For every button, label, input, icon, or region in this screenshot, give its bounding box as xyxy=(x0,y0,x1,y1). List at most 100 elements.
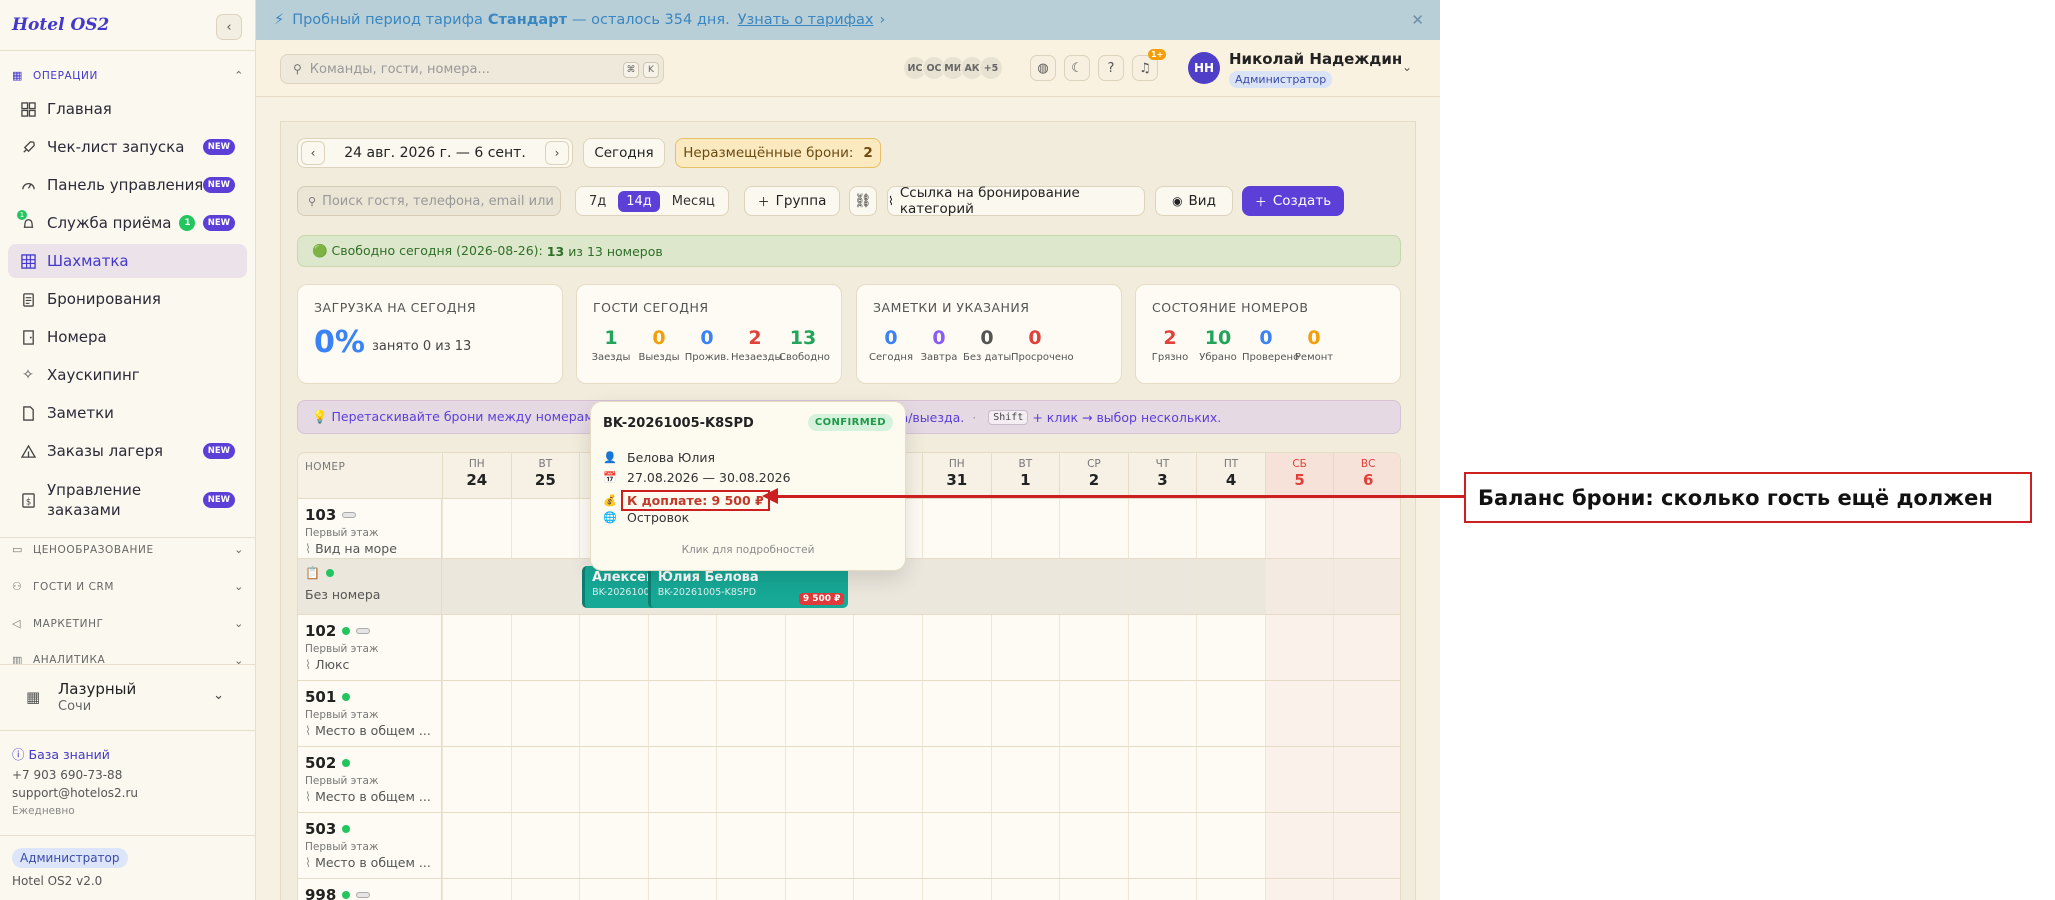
stat-item[interactable]: 10 Убрано xyxy=(1194,327,1242,363)
room-cell[interactable]: 103 Первый этаж ⌇ Вид на море xyxy=(298,499,442,558)
room-number: 501 xyxy=(305,688,337,706)
sidebar-item-front-desk[interactable]: 1 Служба приёма 1 NEW xyxy=(8,206,247,240)
booking-bar[interactable]: Юлия Белова BK-20261005-K8SPD 9 500 ₽ xyxy=(647,566,849,608)
money-bag-icon: 💰 xyxy=(603,494,617,507)
booking-popover[interactable]: BK-20261005-K8SPD CONFIRMED 👤 Белова Юлия… xyxy=(590,401,906,571)
sidebar-item-home[interactable]: Главная xyxy=(8,92,247,126)
section-guests-label: ГОСТИ И CRM xyxy=(33,580,115,593)
unplaced-bookings-button[interactable]: Неразмещённые брони: 2 xyxy=(675,138,881,168)
section-guests-crm[interactable]: ⚇ ГОСТИ И CRM ⌄ xyxy=(12,580,244,593)
section-pricing[interactable]: ▭ ЦЕНООБРАЗОВАНИЕ ⌄ xyxy=(12,543,244,556)
room-cell[interactable]: 998 xyxy=(298,879,442,900)
command-search-input[interactable]: ⚲ Команды, гости, номера... ⌘ K xyxy=(280,54,664,84)
sidebar-item-launch-checklist[interactable]: Чек-лист запуска NEW xyxy=(8,130,247,164)
support-email[interactable]: support@hotelos2.ru xyxy=(12,786,138,800)
sidebar-item-rooms[interactable]: Номера xyxy=(8,320,247,354)
category-booking-link-button[interactable]: ⌇ Ссылка на бронирование категорий xyxy=(887,185,1145,217)
grid-line xyxy=(1264,499,1266,558)
help-button[interactable]: ? xyxy=(1098,55,1124,81)
stat-value: 10 xyxy=(1204,327,1232,349)
grid-line xyxy=(510,747,512,812)
stat-item[interactable]: 2 Незаезды xyxy=(731,327,782,363)
sidebar-item-label: Чек-лист запуска xyxy=(47,138,185,156)
tariffs-link[interactable]: Узнать о тарифах xyxy=(738,12,874,28)
room-floor: Первый этаж xyxy=(305,709,379,721)
room-row: 998 xyxy=(298,879,1400,900)
stat-item[interactable]: 13 Свободно xyxy=(779,327,830,363)
stat-item[interactable]: 0 Завтра xyxy=(915,327,963,363)
date-range-label[interactable]: 24 авг. 2026 г. — 6 сент. xyxy=(328,145,542,161)
room-cell[interactable]: 501 Первый этаж ⌇ Место в общем ... xyxy=(298,681,442,746)
sidebar-item-chessboard[interactable]: Шахматка xyxy=(8,244,247,278)
prev-period-button[interactable]: ‹ xyxy=(301,141,325,165)
stat-value: 0 xyxy=(652,327,666,349)
stat-item[interactable]: 0 Выезды xyxy=(635,327,683,363)
theme-button[interactable]: ☾ xyxy=(1064,55,1090,81)
create-button[interactable]: ＋ Создать xyxy=(1242,186,1344,216)
weekend-cell xyxy=(1264,879,1334,900)
stat-item[interactable]: 0 Проверено xyxy=(1242,327,1299,363)
sidebar-item-order-management[interactable]: $ Управление заказами NEW xyxy=(8,476,247,524)
stat-item[interactable]: 2 Грязно xyxy=(1146,327,1194,363)
guest-search-input[interactable]: ⚲ Поиск гостя, телефона, email или xyxy=(297,186,561,216)
sidebar-item-notes[interactable]: Заметки xyxy=(8,396,247,430)
view-7d[interactable]: 7д xyxy=(581,191,614,212)
chevron-down-icon[interactable]: ⌄ xyxy=(1402,60,1412,74)
user-avatar[interactable]: НН xyxy=(1188,52,1220,84)
day-number: 31 xyxy=(946,471,968,489)
room-cell[interactable]: 503 Первый этаж ⌇ Место в общем ... xyxy=(298,813,442,878)
sidebar-item-camp-orders[interactable]: Заказы лагеря NEW xyxy=(8,434,247,468)
room-category-row: ⌇ Место в общем ... xyxy=(305,723,437,738)
view-label: Вид xyxy=(1188,193,1216,209)
bolt-icon: ⚡ xyxy=(274,12,285,28)
stat-item[interactable]: 0 Сегодня xyxy=(867,327,915,363)
view-month[interactable]: Месяц xyxy=(664,191,723,212)
section-analytics[interactable]: ▥ АНАЛИТИКА ⌄ xyxy=(12,654,244,664)
grid-line xyxy=(716,615,718,680)
group-button[interactable]: ＋ Группа xyxy=(744,186,840,216)
room-cell[interactable]: 📋 Без номера xyxy=(298,559,442,614)
grid-line xyxy=(853,681,855,746)
free-today-bar: 🟢 Свободно сегодня (2026-08-26): 13 из 1… xyxy=(297,235,1401,267)
hotel-selector[interactable]: ▦ Лазурный Сочи ⌄ xyxy=(12,672,244,722)
link-button[interactable]: ⛓ xyxy=(849,186,877,216)
grid-line xyxy=(1333,747,1335,812)
command-search-placeholder: Команды, гости, номера... xyxy=(309,61,490,77)
stat-item[interactable]: 0 Прожив. xyxy=(683,327,731,363)
palette-button[interactable]: ◍ xyxy=(1030,55,1056,81)
section-operations-label: ОПЕРАЦИИ xyxy=(33,69,98,82)
room-cell[interactable]: 502 Первый этаж ⌇ Место в общем ... xyxy=(298,747,442,812)
stat-item[interactable]: 0 Просрочено xyxy=(1011,327,1074,363)
stat-item[interactable]: 0 Ремонт xyxy=(1290,327,1338,363)
grid-line xyxy=(1059,879,1061,900)
close-icon[interactable]: ✕ xyxy=(1411,11,1424,29)
next-period-button[interactable]: › xyxy=(545,141,569,165)
support-phone[interactable]: +7 903 690-73-88 xyxy=(12,768,122,782)
view-14d[interactable]: 14д xyxy=(618,190,660,212)
collapse-sidebar-button[interactable]: ‹ xyxy=(216,14,242,40)
section-marketing[interactable]: ◁ МАРКЕТИНГ ⌄ xyxy=(12,617,244,630)
chart-icon: ▥ xyxy=(12,654,23,664)
grid-line xyxy=(716,747,718,812)
sidebar-item-dashboard[interactable]: Панель управления NEW xyxy=(8,168,247,202)
dirty-indicator xyxy=(356,628,371,634)
notifications-button[interactable]: ♫ 1+ xyxy=(1132,49,1167,81)
sidebar-item-bookings[interactable]: Бронирования xyxy=(8,282,247,316)
stat-item[interactable]: 0 Без даты xyxy=(963,327,1011,363)
today-button[interactable]: Сегодня xyxy=(583,138,665,168)
sidebar-item-housekeeping[interactable]: ✧ Хаускипинг xyxy=(8,358,247,392)
avatar-more[interactable]: +5 xyxy=(979,56,1003,80)
balance-row: 💰 К доплате: 9 500 ₽ xyxy=(603,490,770,511)
chevron-down-icon: ⌄ xyxy=(213,688,224,703)
section-operations[interactable]: ▦ ОПЕРАЦИИ ⌃ xyxy=(12,69,244,82)
grid-line xyxy=(1059,615,1061,680)
view-button[interactable]: ◉ Вид xyxy=(1155,186,1233,216)
grid-line xyxy=(1264,681,1266,746)
role-badge: Администратор xyxy=(12,848,128,868)
user-name[interactable]: Николай Надеждин xyxy=(1229,50,1402,68)
grid-line xyxy=(579,559,581,614)
room-cell[interactable]: 102 Первый этаж ⌇ Люкс xyxy=(298,615,442,680)
stat-item[interactable]: 1 Заезды xyxy=(587,327,635,363)
knowledge-base-link[interactable]: ⓘ База знаний xyxy=(12,744,110,763)
grid-line xyxy=(1333,681,1335,746)
